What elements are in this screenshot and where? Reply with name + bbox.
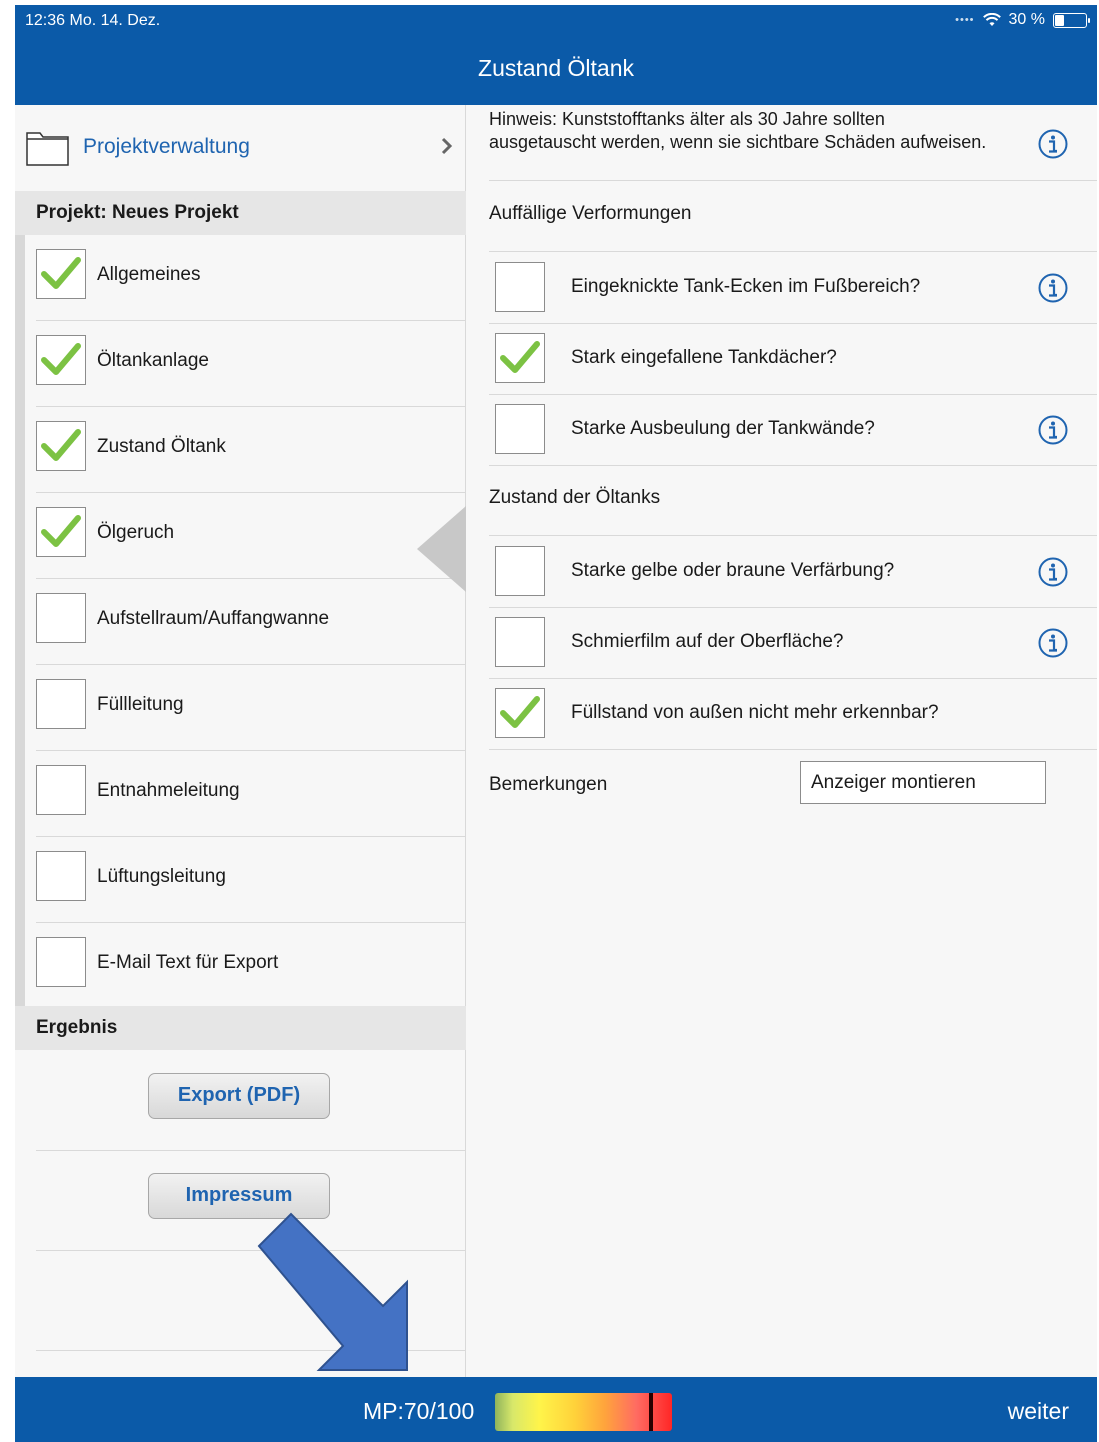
remarks-input[interactable] (800, 761, 1046, 804)
checkbox[interactable] (495, 404, 545, 454)
sidebar-item[interactable]: Allgemeines (15, 235, 466, 321)
checkmark-icon (500, 341, 540, 373)
question-row[interactable]: Schmierfilm auf der Oberfläche? (489, 607, 1097, 678)
sidebar-item-label: Ölgeruch (97, 522, 175, 543)
checkmark-icon (41, 257, 81, 289)
project-management-label: Projektverwaltung (83, 135, 250, 158)
score-label: MP:70/100 (363, 1398, 475, 1424)
checkbox[interactable] (36, 335, 86, 385)
checkmark-icon (500, 696, 540, 728)
group-title: Zustand der Öltanks (489, 487, 661, 508)
info-icon[interactable] (1038, 628, 1068, 658)
info-icon[interactable] (1038, 415, 1068, 445)
navigation-bar: 12:36 Mo. 14. Dez. •••• 30 % Zustand Ölt… (15, 5, 1097, 105)
question-row[interactable]: Stark eingefallene Tankdächer? (489, 323, 1097, 394)
detail-pane: Hinweis: Kunststofftanks älter als 30 Ja… (467, 105, 1097, 1377)
info-icon[interactable] (1038, 129, 1068, 159)
sidebar-item[interactable]: Füllleitung (15, 665, 466, 751)
bottom-toolbar: MP:70/100 weiter (15, 1377, 1097, 1442)
question-row[interactable]: Füllstand von außen nicht mehr erkennbar… (489, 678, 1097, 749)
info-icon[interactable] (1038, 273, 1068, 303)
info-icon[interactable] (1038, 557, 1068, 587)
sidebar-item[interactable]: Ölgeruch (15, 493, 466, 579)
sidebar-item-label: Füllleitung (97, 694, 184, 715)
question-label: Starke gelbe oder braune Verfärbung? (571, 560, 895, 581)
divider (489, 180, 1097, 181)
group-title: Auffällige Verformungen (489, 203, 692, 224)
battery-icon (1053, 12, 1090, 28)
question-row[interactable]: Eingeknickte Tank-Ecken im Fußbereich? (489, 252, 1097, 323)
checkbox[interactable] (36, 937, 86, 987)
divider (489, 749, 1097, 750)
sidebar-item-label: Öltankanlage (97, 350, 209, 371)
question-label: Eingeknickte Tank-Ecken im Fußbereich? (571, 276, 921, 297)
question-row[interactable]: Starke gelbe oder braune Verfärbung? (489, 536, 1097, 607)
score-gauge (495, 1393, 672, 1431)
checklist-nav: Allgemeines Öltankanlage Zustand Öltank Ölg… (15, 235, 466, 1009)
checkmark-icon (41, 429, 81, 461)
project-management-row[interactable]: Projektverwaltung (15, 105, 466, 191)
sidebar-item-label: Lüftungsleitung (97, 866, 226, 887)
sidebar-item[interactable]: Entnahmeleitung (15, 751, 466, 837)
checkbox[interactable] (495, 333, 545, 383)
checkbox[interactable] (495, 688, 545, 738)
next-button[interactable]: weiter (1008, 1398, 1069, 1425)
wifi-icon (982, 13, 1001, 26)
sidebar-item-label: Entnahmeleitung (97, 780, 240, 801)
sidebar-item[interactable]: Lüftungsleitung (15, 837, 466, 923)
remarks-label: Bemerkungen (489, 774, 608, 795)
signal-dots-icon: •••• (955, 14, 975, 26)
checkbox[interactable] (495, 546, 545, 596)
selection-pointer (417, 506, 466, 592)
folder-icon (26, 132, 69, 166)
divider (489, 465, 1097, 466)
checkmark-icon (41, 343, 81, 375)
hint-text: Hinweis: Kunststofftanks älter als 30 Ja… (489, 109, 987, 152)
sidebar-item[interactable]: Aufstellraum/Auffangwanne (15, 579, 466, 665)
sidebar: Projektverwaltung Projekt: Neues Projekt… (15, 105, 466, 1377)
sidebar-item-label: Aufstellraum/Auffangwanne (97, 608, 330, 629)
checkbox[interactable] (36, 851, 86, 901)
status-time: 12:36 Mo. 14. Dez. (25, 12, 161, 29)
sidebar-item[interactable]: Zustand Öltank (15, 407, 466, 493)
question-label: Starke Ausbeulung der Tankwände? (571, 418, 875, 439)
question-row[interactable]: Starke Ausbeulung der Tankwände? (489, 394, 1097, 465)
chevron-right-icon (441, 137, 453, 155)
question-label: Stark eingefallene Tankdächer? (571, 347, 837, 368)
battery-percent: 30 % (1008, 11, 1045, 28)
arrow-down-right-icon (257, 1212, 408, 1371)
checkbox[interactable] (495, 617, 545, 667)
page-title: Zustand Öltank (478, 55, 634, 81)
project-section-header: Projekt: Neues Projekt (15, 191, 466, 235)
sidebar-item[interactable]: E-Mail Text für Export (15, 923, 466, 1009)
checkmark-icon (41, 515, 81, 547)
sidebar-item-label: Allgemeines (97, 264, 201, 285)
sidebar-item[interactable]: Öltankanlage (15, 321, 466, 407)
question-label: Schmierfilm auf der Oberfläche? (571, 631, 844, 652)
score-marker (649, 1393, 653, 1431)
result-section-header: Ergebnis (15, 1006, 466, 1050)
battery-level (1055, 14, 1064, 26)
result-divider (36, 1150, 465, 1151)
checkbox[interactable] (36, 679, 86, 729)
export-pdf-button[interactable]: Export (PDF) (148, 1073, 330, 1119)
checkbox[interactable] (36, 507, 86, 557)
checkbox[interactable] (495, 262, 545, 312)
checkbox[interactable] (36, 593, 86, 643)
checkbox[interactable] (36, 765, 86, 815)
checkbox[interactable] (36, 249, 86, 299)
question-label: Füllstand von außen nicht mehr erkennbar… (571, 702, 939, 723)
sidebar-item-label: Zustand Öltank (97, 436, 226, 457)
status-indicators: •••• 30 % (955, 11, 1090, 29)
sidebar-item-label: E-Mail Text für Export (97, 952, 279, 973)
app-window: 12:36 Mo. 14. Dez. •••• 30 % Zustand Ölt… (15, 5, 1097, 1442)
checkbox[interactable] (36, 421, 86, 471)
